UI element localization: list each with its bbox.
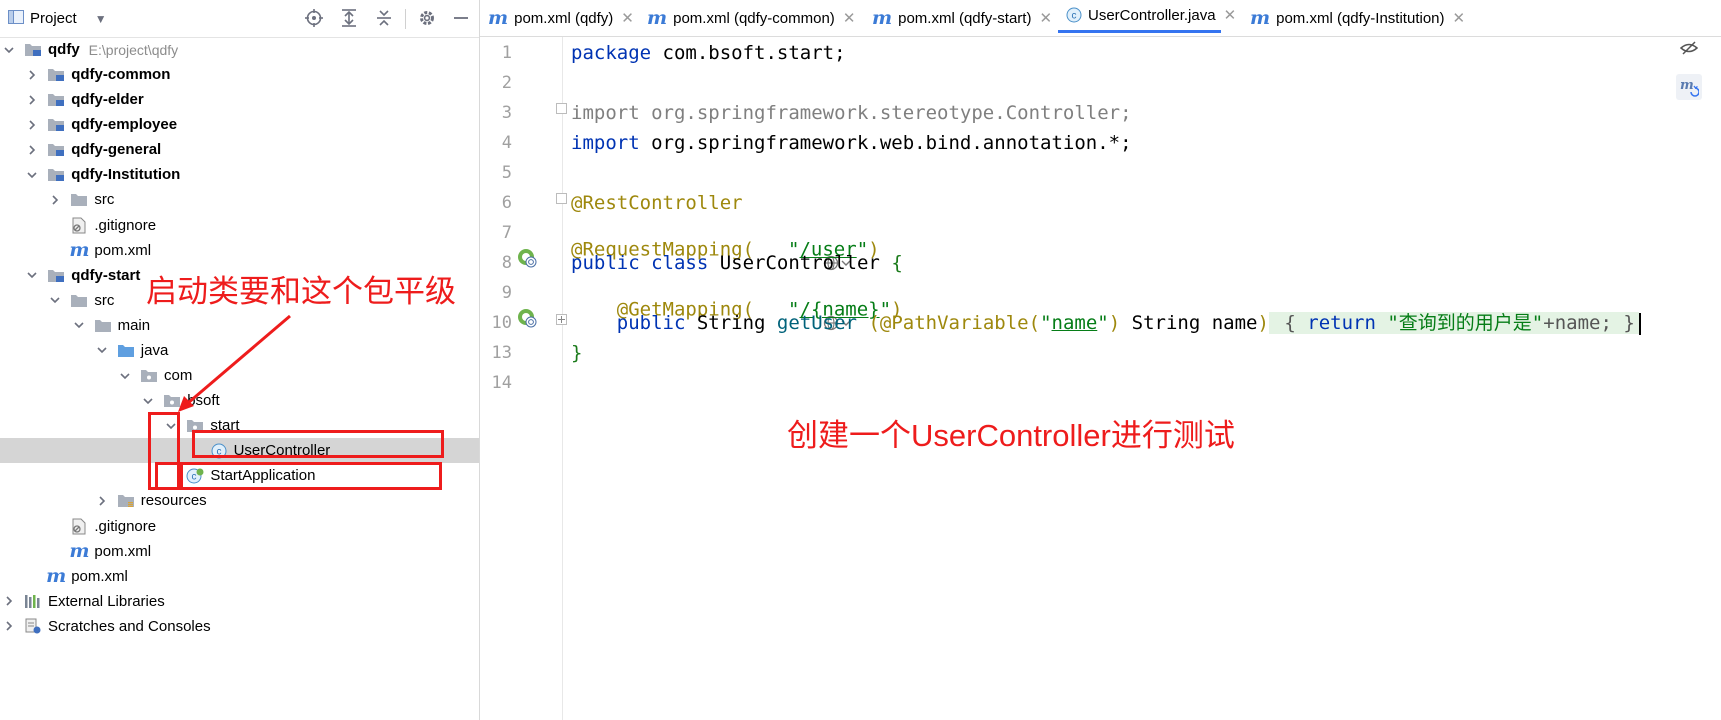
expression: +name; bbox=[1543, 312, 1624, 334]
annotation-arrow bbox=[178, 314, 291, 412]
annotation: @PathVariable bbox=[879, 312, 1029, 334]
keyword: import bbox=[571, 102, 640, 124]
tab-label: UserController.java bbox=[1088, 6, 1216, 24]
string-quote: " bbox=[1097, 312, 1109, 334]
close-icon[interactable]: ✕ bbox=[621, 9, 634, 27]
line-number: 3 bbox=[501, 103, 512, 123]
fold-marker-icon[interactable] bbox=[556, 193, 567, 204]
editor-gutter: 1 2 3 4 5 6 7 8 9 10 13 14 bbox=[480, 37, 567, 720]
paren: ) bbox=[1108, 312, 1121, 334]
fold-marker-icon[interactable] bbox=[556, 103, 567, 114]
line-number: 4 bbox=[501, 133, 512, 153]
brace: } bbox=[1623, 312, 1635, 334]
maven-icon: m bbox=[872, 7, 893, 29]
paren: ( bbox=[857, 312, 880, 334]
annotation-text-code: 创建一个UserController进行测试 bbox=[787, 418, 1235, 453]
spring-endpoint-gutter-icon[interactable] bbox=[517, 308, 537, 328]
code-line-1: package com.bsoft.start; bbox=[571, 37, 846, 70]
tab-label: pom.xml (qdfy-start) bbox=[898, 9, 1032, 27]
highlight-box-startapp-indent bbox=[155, 462, 180, 490]
spring-bean-gutter-icon[interactable] bbox=[517, 248, 537, 268]
code-line-6: @RestController bbox=[571, 187, 743, 220]
maven-icon: m bbox=[1250, 7, 1271, 29]
class-name: UserController bbox=[708, 252, 892, 274]
line-number: 14 bbox=[491, 373, 512, 393]
tab-pom-qdfy-start[interactable]: m pom.xml (qdfy-start) ✕ bbox=[872, 0, 1052, 36]
keyword: package bbox=[571, 42, 652, 64]
method-name: getUser bbox=[776, 312, 857, 334]
keyword: return bbox=[1307, 312, 1376, 334]
class-icon: c bbox=[1066, 7, 1082, 23]
reader-mode-icon[interactable] bbox=[1679, 40, 1699, 60]
brace: } bbox=[571, 342, 583, 364]
keyword: public class bbox=[571, 252, 709, 274]
line-number: 5 bbox=[501, 163, 512, 183]
line-number: 10 bbox=[491, 313, 512, 333]
path-variable-name: name bbox=[1051, 312, 1098, 334]
line-number: 2 bbox=[501, 73, 512, 93]
maven-reload-icon[interactable]: m bbox=[1676, 74, 1702, 100]
code-line-13: } bbox=[571, 337, 582, 370]
line-number: 8 bbox=[501, 253, 512, 273]
parameter: String name bbox=[1120, 312, 1258, 334]
close-icon[interactable]: ✕ bbox=[1039, 9, 1052, 27]
paren: ) bbox=[1257, 312, 1269, 334]
line-number: 9 bbox=[501, 283, 512, 303]
string-quote: " bbox=[1531, 312, 1544, 334]
tab-usercontroller-java[interactable]: c UserController.java ✕ bbox=[1058, 0, 1236, 33]
editor-tabs: m pom.xml (qdfy) ✕ m pom.xml (qdfy-commo… bbox=[480, 0, 1721, 37]
fold-expand-icon[interactable] bbox=[556, 314, 567, 325]
code-line-3: import org.springframework.stereotype.Co… bbox=[571, 97, 1132, 130]
close-icon[interactable]: ✕ bbox=[1453, 9, 1466, 27]
brace: { bbox=[891, 252, 903, 274]
line-number: 1 bbox=[501, 43, 512, 63]
string-quote: " bbox=[1375, 312, 1399, 334]
tab-pom-qdfy-institution[interactable]: m pom.xml (qdfy-Institution) ✕ bbox=[1250, 0, 1465, 36]
import-path: org.springframework.web.bind.annotation.… bbox=[639, 132, 1132, 154]
string-literal: 查询到的用户是 bbox=[1398, 312, 1532, 334]
maven-icon: m bbox=[488, 7, 509, 29]
tab-label: pom.xml (qdfy-common) bbox=[673, 9, 835, 27]
code-editor[interactable]: package com.bsoft.start; import org.spri… bbox=[571, 37, 1721, 720]
code-line-4: import org.springframework.web.bind.anno… bbox=[571, 127, 1132, 160]
text-cursor bbox=[1638, 312, 1641, 335]
tab-label: pom.xml (qdfy-Institution) bbox=[1276, 9, 1445, 27]
package-name: com.bsoft.start; bbox=[651, 42, 846, 64]
close-icon[interactable]: ✕ bbox=[843, 9, 856, 27]
keyword: import bbox=[571, 132, 640, 154]
code-line-10: public String getUser (@PathVariable("na… bbox=[571, 307, 1641, 340]
paren: ( bbox=[1028, 312, 1041, 334]
svg-text:m: m bbox=[1680, 78, 1694, 93]
highlight-box-startapplication bbox=[180, 462, 442, 490]
import-path: org.springframework.stereotype.Controlle… bbox=[639, 102, 1132, 124]
type: String bbox=[685, 312, 777, 334]
tab-pom-qdfy-common[interactable]: m pom.xml (qdfy-common) ✕ bbox=[647, 0, 855, 36]
highlight-box-usercontroller bbox=[192, 430, 444, 458]
code-line-9: @GetMapping( "/{name}") bbox=[571, 277, 902, 331]
line-number: 6 bbox=[501, 193, 512, 213]
svg-text:c: c bbox=[1072, 11, 1077, 22]
folded-body[interactable]: { return "查询到的用户是"+name; } bbox=[1268, 312, 1639, 334]
line-number: 13 bbox=[491, 343, 512, 363]
tab-label: pom.xml (qdfy) bbox=[514, 9, 614, 27]
string-quote: " bbox=[1040, 312, 1052, 334]
code-line-7: @RequestMapping( "/user") bbox=[571, 217, 880, 271]
tab-pom-qdfy[interactable]: m pom.xml (qdfy) ✕ bbox=[488, 0, 634, 36]
keyword: public bbox=[616, 312, 686, 334]
maven-icon: m bbox=[647, 7, 668, 29]
line-number: 7 bbox=[501, 223, 512, 243]
annotation: @RestController bbox=[571, 192, 743, 214]
code-line-8: public class UserController { bbox=[571, 247, 903, 280]
close-icon[interactable]: ✕ bbox=[1224, 6, 1237, 24]
brace: { bbox=[1272, 312, 1308, 334]
